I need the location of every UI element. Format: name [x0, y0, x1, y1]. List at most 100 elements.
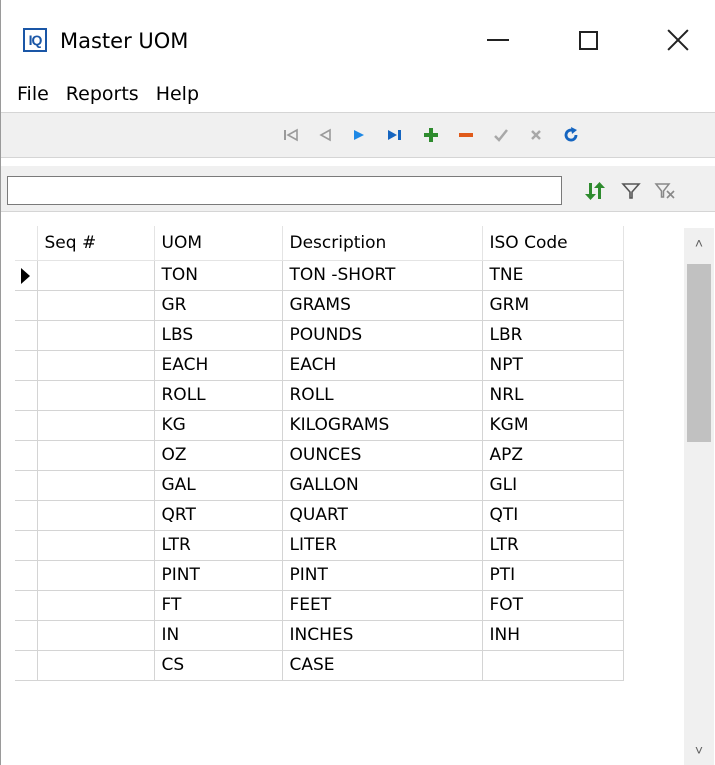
cell-uom[interactable]: GR	[154, 290, 283, 321]
table-row[interactable]: LBS POUNDS LBR	[15, 320, 624, 351]
row-indicator[interactable]	[15, 380, 38, 411]
cell-iso-code[interactable]: LTR	[482, 530, 624, 561]
cell-iso-code[interactable]: LBR	[482, 320, 624, 351]
row-indicator[interactable]	[15, 560, 38, 591]
cell-iso-code[interactable]: APZ	[482, 440, 624, 471]
cell-description[interactable]: TON -SHORT	[282, 260, 483, 291]
cell-uom[interactable]: GAL	[154, 470, 283, 501]
cell-iso-code[interactable]: NRL	[482, 380, 624, 411]
vertical-scrollbar[interactable]: ˄ ˅	[684, 228, 714, 765]
cell-seq[interactable]	[37, 320, 155, 351]
cell-uom[interactable]: ROLL	[154, 380, 283, 411]
cell-description[interactable]: OUNCES	[282, 440, 483, 471]
refresh-button[interactable]	[558, 122, 584, 148]
cell-description[interactable]: INCHES	[282, 620, 483, 651]
table-row[interactable]: PINT PINT PTI	[15, 560, 624, 591]
scroll-up-button[interactable]: ˄	[684, 228, 714, 258]
cell-seq[interactable]	[37, 530, 155, 561]
cell-uom[interactable]: LBS	[154, 320, 283, 351]
cell-iso-code[interactable]: KGM	[482, 410, 624, 441]
column-header-seq[interactable]: Seq #	[37, 226, 155, 261]
table-row[interactable]: GAL GALLON GLI	[15, 470, 624, 501]
prior-record-button[interactable]	[312, 122, 338, 148]
row-indicator[interactable]	[15, 320, 38, 351]
table-row[interactable]: GR GRAMS GRM	[15, 290, 624, 321]
cell-uom[interactable]: QRT	[154, 500, 283, 531]
table-row[interactable]: FT FEET FOT	[15, 590, 624, 621]
cell-iso-code[interactable]: PTI	[482, 560, 624, 591]
cell-seq[interactable]	[37, 380, 155, 411]
row-indicator[interactable]	[15, 350, 38, 381]
cell-uom[interactable]: LTR	[154, 530, 283, 561]
row-indicator[interactable]	[15, 650, 38, 681]
cell-uom[interactable]: FT	[154, 590, 283, 621]
table-row[interactable]: EACH EACH NPT	[15, 350, 624, 381]
cell-iso-code[interactable]	[482, 650, 624, 681]
menu-help[interactable]: Help	[148, 83, 208, 105]
cell-uom[interactable]: TON	[154, 260, 283, 291]
cell-seq[interactable]	[37, 410, 155, 441]
menu-reports[interactable]: Reports	[58, 83, 148, 105]
minimize-button[interactable]	[471, 18, 525, 62]
insert-record-button[interactable]	[418, 122, 444, 148]
cell-iso-code[interactable]: FOT	[482, 590, 624, 621]
scroll-down-button[interactable]: ˅	[684, 735, 714, 765]
table-row[interactable]: KG KILOGRAMS KGM	[15, 410, 624, 441]
table-row[interactable]: OZ OUNCES APZ	[15, 440, 624, 471]
cell-description[interactable]: ROLL	[282, 380, 483, 411]
table-row[interactable]: TON TON -SHORT TNE	[15, 260, 624, 291]
cell-seq[interactable]	[37, 440, 155, 471]
cell-description[interactable]: QUART	[282, 500, 483, 531]
cell-seq[interactable]	[37, 650, 155, 681]
row-indicator[interactable]	[15, 530, 38, 561]
row-indicator[interactable]	[15, 290, 38, 321]
cell-seq[interactable]	[37, 290, 155, 321]
post-edit-button[interactable]	[488, 122, 514, 148]
table-row[interactable]: LTR LITER LTR	[15, 530, 624, 561]
sort-button[interactable]	[582, 178, 608, 204]
first-record-button[interactable]	[278, 122, 304, 148]
search-input[interactable]	[7, 176, 562, 205]
cell-seq[interactable]	[37, 260, 155, 291]
cell-seq[interactable]	[37, 560, 155, 591]
cell-description[interactable]: EACH	[282, 350, 483, 381]
cell-uom[interactable]: IN	[154, 620, 283, 651]
cell-description[interactable]: GRAMS	[282, 290, 483, 321]
delete-record-button[interactable]	[453, 122, 479, 148]
cell-seq[interactable]	[37, 590, 155, 621]
table-row[interactable]: QRT QUART QTI	[15, 500, 624, 531]
row-indicator[interactable]	[15, 500, 38, 531]
cell-iso-code[interactable]: QTI	[482, 500, 624, 531]
cell-description[interactable]: LITER	[282, 530, 483, 561]
next-record-button[interactable]	[346, 122, 372, 148]
row-indicator[interactable]	[15, 440, 38, 471]
cell-description[interactable]: PINT	[282, 560, 483, 591]
maximize-button[interactable]	[561, 18, 615, 62]
table-row[interactable]: CS CASE	[15, 650, 624, 681]
column-header-uom[interactable]: UOM	[154, 226, 283, 261]
clear-filter-button[interactable]	[652, 178, 678, 204]
row-indicator[interactable]	[15, 620, 38, 651]
cell-description[interactable]: FEET	[282, 590, 483, 621]
cell-description[interactable]: POUNDS	[282, 320, 483, 351]
table-row[interactable]: ROLL ROLL NRL	[15, 380, 624, 411]
row-indicator[interactable]	[15, 470, 38, 501]
table-row[interactable]: IN INCHES INH	[15, 620, 624, 651]
cell-iso-code[interactable]: GRM	[482, 290, 624, 321]
cell-seq[interactable]	[37, 500, 155, 531]
row-indicator[interactable]	[15, 260, 38, 291]
cell-uom[interactable]: PINT	[154, 560, 283, 591]
column-header-description[interactable]: Description	[282, 226, 483, 261]
cell-uom[interactable]: CS	[154, 650, 283, 681]
cell-uom[interactable]: OZ	[154, 440, 283, 471]
close-button[interactable]	[651, 18, 705, 62]
menu-file[interactable]: File	[9, 83, 58, 105]
cancel-edit-button[interactable]	[523, 122, 549, 148]
cell-uom[interactable]: EACH	[154, 350, 283, 381]
filter-button[interactable]	[618, 178, 644, 204]
cell-iso-code[interactable]: TNE	[482, 260, 624, 291]
column-header-iso-code[interactable]: ISO Code	[482, 226, 624, 261]
last-record-button[interactable]	[382, 122, 408, 148]
cell-description[interactable]: CASE	[282, 650, 483, 681]
cell-description[interactable]: GALLON	[282, 470, 483, 501]
